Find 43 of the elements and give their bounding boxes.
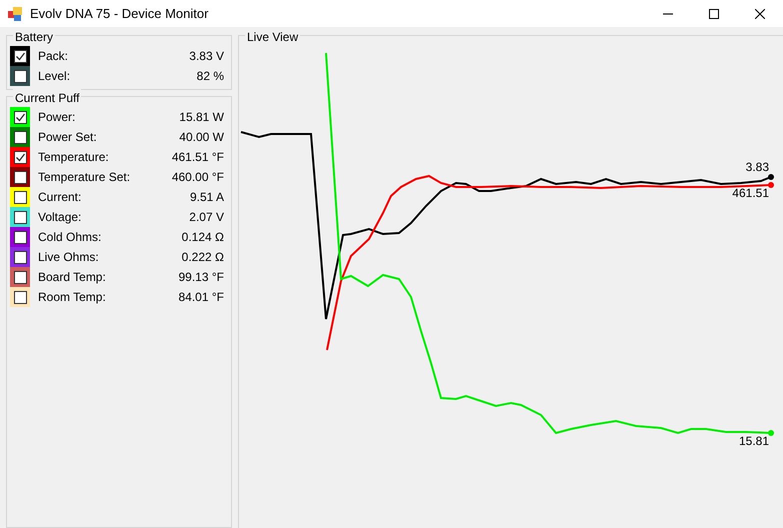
item-label: Pack: (38, 48, 70, 65)
checkbox[interactable] (14, 110, 26, 124)
item-value: 460.00 °F (172, 169, 224, 186)
end-value-label: 15.81 (738, 434, 769, 448)
item-label: Power: (38, 109, 76, 126)
item-label: Board Temp: (38, 269, 107, 286)
checkbox[interactable] (14, 250, 26, 264)
item-label: Voltage: (38, 209, 82, 226)
checkbox[interactable] (14, 230, 26, 244)
end-value-label: 461.51 (732, 186, 769, 200)
item-value: 461.51 °F (172, 149, 224, 166)
checkbox[interactable] (14, 290, 26, 304)
item-value: 9.51 A (190, 189, 224, 206)
item-label: Temperature Set: (38, 169, 132, 186)
checkbox[interactable] (14, 70, 26, 82)
item-value: 40.00 W (179, 129, 224, 146)
item-value: 15.81 W (179, 109, 224, 126)
item-label: Cold Ohms: (38, 229, 102, 246)
item-label: Power Set: (38, 129, 98, 146)
checkbox[interactable] (14, 270, 26, 284)
checkbox[interactable] (14, 170, 26, 184)
maximize-icon (709, 8, 719, 18)
item-value: 3.83 V (189, 48, 224, 65)
checkbox[interactable] (14, 50, 26, 62)
item-value: 0.124 Ω (182, 229, 224, 246)
item-value: 0.222 Ω (182, 249, 224, 266)
item-value: 2.07 V (189, 209, 224, 226)
item-label: Level: (38, 68, 72, 85)
app-icon (8, 6, 24, 22)
item-label: Live Ohms: (38, 249, 100, 266)
checkbox[interactable] (14, 130, 26, 144)
item-label: Current: (38, 189, 82, 206)
window-title: Evolv DNA 75 - Device Monitor (30, 4, 208, 23)
item-label: Temperature: (38, 149, 110, 166)
item-value: 99.13 °F (178, 269, 224, 286)
checkbox[interactable] (14, 190, 26, 204)
close-icon (755, 8, 765, 18)
end-value-label: 3.83 (746, 160, 769, 174)
checkbox[interactable] (14, 210, 26, 224)
item-value: 82 % (196, 68, 224, 85)
checkbox[interactable] (14, 150, 26, 164)
item-label: Room Temp: (38, 289, 107, 306)
item-value: 84.01 °F (178, 289, 224, 306)
